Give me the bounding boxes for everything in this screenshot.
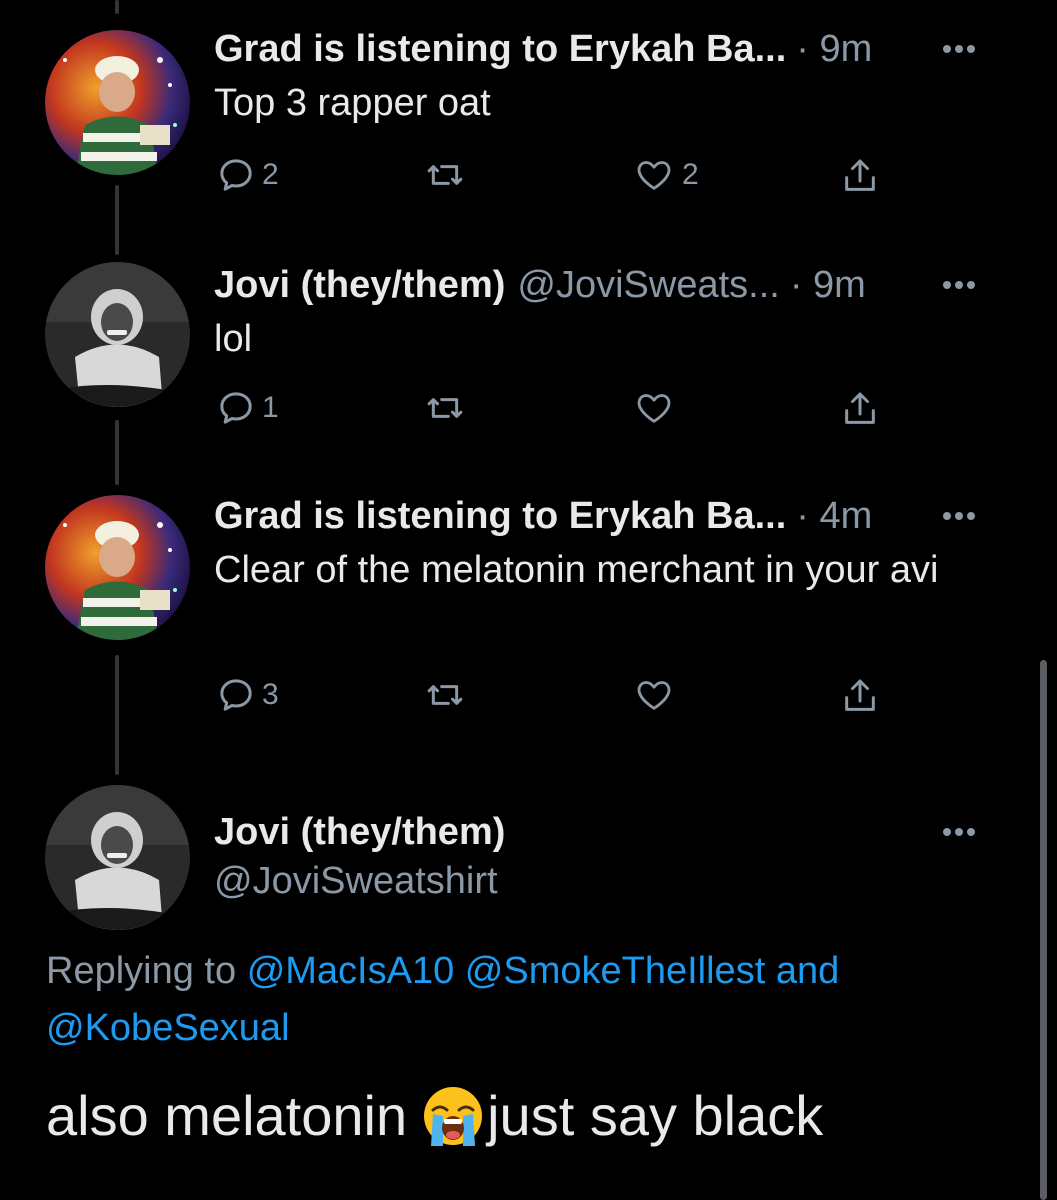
author-name[interactable]: Jovi (they/them): [214, 264, 505, 307]
reply-count: 2: [262, 158, 279, 191]
reply-count: 1: [262, 391, 279, 424]
tweet-text-part: just say black: [487, 1084, 824, 1147]
share-icon: [845, 679, 875, 711]
retweet-icon: [427, 398, 463, 418]
tweet-text: lol: [214, 318, 253, 360]
like-button[interactable]: 2: [632, 155, 699, 195]
retweet-icon: [427, 165, 463, 185]
more-icon[interactable]: [941, 27, 977, 71]
retweet-button[interactable]: [424, 675, 466, 715]
tweet-text: Clear of the melatonin merchant in your …: [214, 549, 939, 591]
like-button[interactable]: [632, 675, 676, 715]
reply-button[interactable]: 3: [216, 675, 279, 715]
scrollbar[interactable]: [1040, 660, 1047, 1200]
loudly-crying-face-icon: [424, 1086, 483, 1146]
share-button[interactable]: [840, 675, 880, 717]
reply-icon: [220, 159, 252, 191]
author-handle[interactable]: @JoviSweats...: [517, 264, 779, 307]
replying-prefix: Replying to: [46, 950, 237, 992]
retweet-button[interactable]: [424, 388, 466, 428]
tweet-text-part: also melatonin: [46, 1084, 408, 1147]
tweet-time[interactable]: · 4m: [796, 495, 872, 538]
like-button[interactable]: [632, 388, 676, 428]
thread-line: [115, 655, 119, 775]
replying-to: Replying to @MacIsA10 @SmokeTheIllest an…: [46, 943, 1006, 1057]
tweet-actions: 2 2: [214, 155, 894, 205]
thread-line: [115, 185, 119, 255]
thread-line: [115, 0, 119, 14]
retweet-icon: [427, 685, 463, 705]
author-name[interactable]: Grad is listening to Erykah Ba...: [214, 28, 786, 71]
tweet-body: also melatonin just say black: [46, 1083, 823, 1148]
heart-icon: [637, 681, 671, 710]
mention-link[interactable]: @KobeSexual: [46, 1007, 290, 1049]
heart-icon: [637, 394, 671, 423]
share-icon: [845, 159, 875, 191]
avatar-jovi[interactable]: [45, 785, 190, 930]
tweet-actions: 1: [214, 388, 894, 438]
reply-icon: [220, 392, 252, 424]
share-icon: [845, 392, 875, 424]
like-count: 2: [682, 158, 699, 191]
retweet-button[interactable]: [424, 155, 466, 195]
mention-and[interactable]: and: [776, 950, 839, 992]
avatar-jovi[interactable]: [45, 262, 190, 407]
author-handle[interactable]: @JoviSweatshirt: [214, 860, 498, 903]
share-button[interactable]: [840, 388, 880, 430]
reply-icon: [220, 679, 252, 711]
avatar-grad[interactable]: [45, 30, 190, 175]
mention-link[interactable]: @SmokeTheIllest: [465, 950, 765, 992]
tweet-text: Top 3 rapper oat: [214, 82, 491, 124]
tweet-time[interactable]: · 9m: [790, 264, 866, 307]
tweet-actions: 3: [214, 675, 894, 725]
thread-line: [115, 420, 119, 485]
author-name[interactable]: Grad is listening to Erykah Ba...: [214, 495, 786, 538]
author-name[interactable]: Jovi (they/them): [214, 811, 505, 854]
reply-button[interactable]: 1: [216, 388, 279, 428]
share-button[interactable]: [840, 155, 880, 197]
avatar-grad[interactable]: [45, 495, 190, 640]
more-icon[interactable]: [941, 494, 977, 538]
more-icon[interactable]: [941, 810, 977, 854]
more-icon[interactable]: [941, 263, 977, 307]
reply-button[interactable]: 2: [216, 155, 279, 195]
mention-link[interactable]: @MacIsA10: [247, 950, 455, 992]
tweet-time[interactable]: · 9m: [796, 28, 872, 71]
heart-icon: [637, 161, 671, 190]
reply-count: 3: [262, 678, 279, 711]
